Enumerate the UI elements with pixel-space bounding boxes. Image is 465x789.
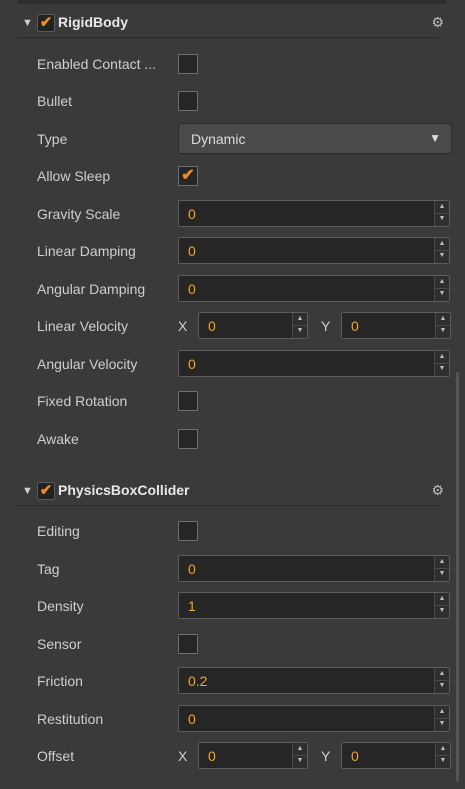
allow-sleep-checkbox[interactable]: ✔ [178, 166, 198, 186]
editing-label: Editing [37, 523, 80, 539]
stepper-down-icon[interactable]: ▼ [436, 755, 450, 767]
bullet-label: Bullet [37, 93, 73, 109]
rigidbody-title: RigidBody [58, 14, 128, 30]
offset-x-label: X [178, 748, 188, 764]
offset-y-label: Y [321, 748, 331, 764]
scrollbar[interactable] [456, 372, 459, 782]
type-select[interactable]: Dynamic ▼ [178, 123, 452, 154]
panel-top-edge [18, 0, 446, 4]
offset-y-input[interactable]: 0 ▲ ▼ [341, 742, 451, 769]
linear-velocity-y-label: Y [321, 318, 331, 334]
tag-value: 0 [188, 561, 196, 577]
gear-icon[interactable]: ⚙ [431, 482, 444, 499]
offset-label: Offset [37, 748, 75, 764]
offset-y-value: 0 [351, 748, 359, 764]
tag-input[interactable]: 0 ▲ ▼ [178, 555, 450, 582]
stepper-down-icon[interactable]: ▼ [293, 755, 307, 767]
number-stepper[interactable]: ▲ ▼ [434, 593, 449, 618]
density-value: 1 [188, 598, 196, 614]
number-stepper[interactable]: ▲ ▼ [435, 313, 450, 338]
number-stepper[interactable]: ▲ ▼ [434, 351, 449, 376]
stepper-down-icon[interactable]: ▼ [435, 605, 449, 617]
stepper-down-icon[interactable]: ▼ [435, 250, 449, 262]
number-stepper[interactable]: ▲ ▼ [434, 276, 449, 301]
restitution-label: Restitution [37, 711, 104, 727]
linear-damping-input[interactable]: 0 ▲ ▼ [178, 237, 450, 264]
chevron-down-icon: ▼ [429, 131, 441, 145]
awake-label: Awake [37, 431, 79, 447]
stepper-down-icon[interactable]: ▼ [435, 288, 449, 300]
density-input[interactable]: 1 ▲ ▼ [178, 592, 450, 619]
gravity-scale-input[interactable]: 0 ▲ ▼ [178, 200, 450, 227]
stepper-down-icon[interactable]: ▼ [436, 325, 450, 337]
offset-x-value: 0 [208, 748, 216, 764]
linear-velocity-label: Linear Velocity [37, 318, 129, 334]
angular-damping-label: Angular Damping [37, 281, 146, 297]
number-stepper[interactable]: ▲ ▼ [292, 743, 307, 768]
restitution-input[interactable]: 0 ▲ ▼ [178, 705, 450, 732]
type-select-value: Dynamic [191, 131, 246, 147]
gear-icon[interactable]: ⚙ [431, 14, 444, 31]
tag-label: Tag [37, 561, 60, 577]
angular-velocity-input[interactable]: 0 ▲ ▼ [178, 350, 450, 377]
number-stepper[interactable]: ▲ ▼ [434, 556, 449, 581]
linear-damping-value: 0 [188, 243, 196, 259]
enabled-contact-label: Enabled Contact ... [37, 56, 157, 72]
angular-damping-input[interactable]: 0 ▲ ▼ [178, 275, 450, 302]
fixed-rotation-label: Fixed Rotation [37, 393, 128, 409]
restitution-value: 0 [188, 711, 196, 727]
header-divider [18, 37, 438, 38]
rigidbody-enabled-checkbox[interactable]: ✔ [37, 14, 55, 32]
stepper-down-icon[interactable]: ▼ [293, 325, 307, 337]
box-collider-enabled-checkbox[interactable]: ✔ [37, 482, 55, 500]
stepper-down-icon[interactable]: ▼ [435, 568, 449, 580]
number-stepper[interactable]: ▲ ▼ [435, 743, 450, 768]
friction-input[interactable]: 0.2 ▲ ▼ [178, 667, 450, 694]
collapse-triangle-icon[interactable]: ▼ [22, 17, 33, 29]
collapse-triangle-icon[interactable]: ▼ [22, 485, 33, 497]
gravity-scale-label: Gravity Scale [37, 206, 121, 222]
linear-velocity-y-value: 0 [351, 318, 359, 334]
stepper-down-icon[interactable]: ▼ [435, 363, 449, 375]
stepper-down-icon[interactable]: ▼ [435, 718, 449, 730]
density-label: Density [37, 598, 84, 614]
type-label: Type [37, 131, 68, 147]
linear-velocity-y-input[interactable]: 0 ▲ ▼ [341, 312, 451, 339]
awake-checkbox[interactable] [178, 429, 198, 449]
linear-damping-label: Linear Damping [37, 243, 136, 259]
number-stepper[interactable]: ▲ ▼ [434, 706, 449, 731]
rigidbody-header[interactable]: ▼ ✔ RigidBody ⚙ [18, 12, 444, 38]
linear-velocity-x-input[interactable]: 0 ▲ ▼ [198, 312, 308, 339]
number-stepper[interactable]: ▲ ▼ [434, 238, 449, 263]
sensor-checkbox[interactable] [178, 634, 198, 654]
stepper-down-icon[interactable]: ▼ [435, 680, 449, 692]
enabled-contact-checkbox[interactable] [178, 54, 198, 74]
linear-velocity-x-label: X [178, 318, 188, 334]
friction-value: 0.2 [188, 673, 208, 689]
box-collider-title: PhysicsBoxCollider [58, 482, 190, 498]
header-divider [18, 505, 438, 506]
editing-checkbox[interactable] [178, 521, 198, 541]
angular-velocity-label: Angular Velocity [37, 356, 138, 372]
box-collider-header[interactable]: ▼ ✔ PhysicsBoxCollider ⚙ [18, 480, 444, 506]
angular-velocity-value: 0 [188, 356, 196, 372]
gravity-scale-value: 0 [188, 206, 196, 222]
number-stepper[interactable]: ▲ ▼ [292, 313, 307, 338]
offset-x-input[interactable]: 0 ▲ ▼ [198, 742, 308, 769]
number-stepper[interactable]: ▲ ▼ [434, 201, 449, 226]
linear-velocity-x-value: 0 [208, 318, 216, 334]
number-stepper[interactable]: ▲ ▼ [434, 668, 449, 693]
sensor-label: Sensor [37, 636, 82, 652]
angular-damping-value: 0 [188, 281, 196, 297]
allow-sleep-label: Allow Sleep [37, 168, 111, 184]
fixed-rotation-checkbox[interactable] [178, 391, 198, 411]
stepper-down-icon[interactable]: ▼ [435, 213, 449, 225]
friction-label: Friction [37, 673, 83, 689]
bullet-checkbox[interactable] [178, 91, 198, 111]
